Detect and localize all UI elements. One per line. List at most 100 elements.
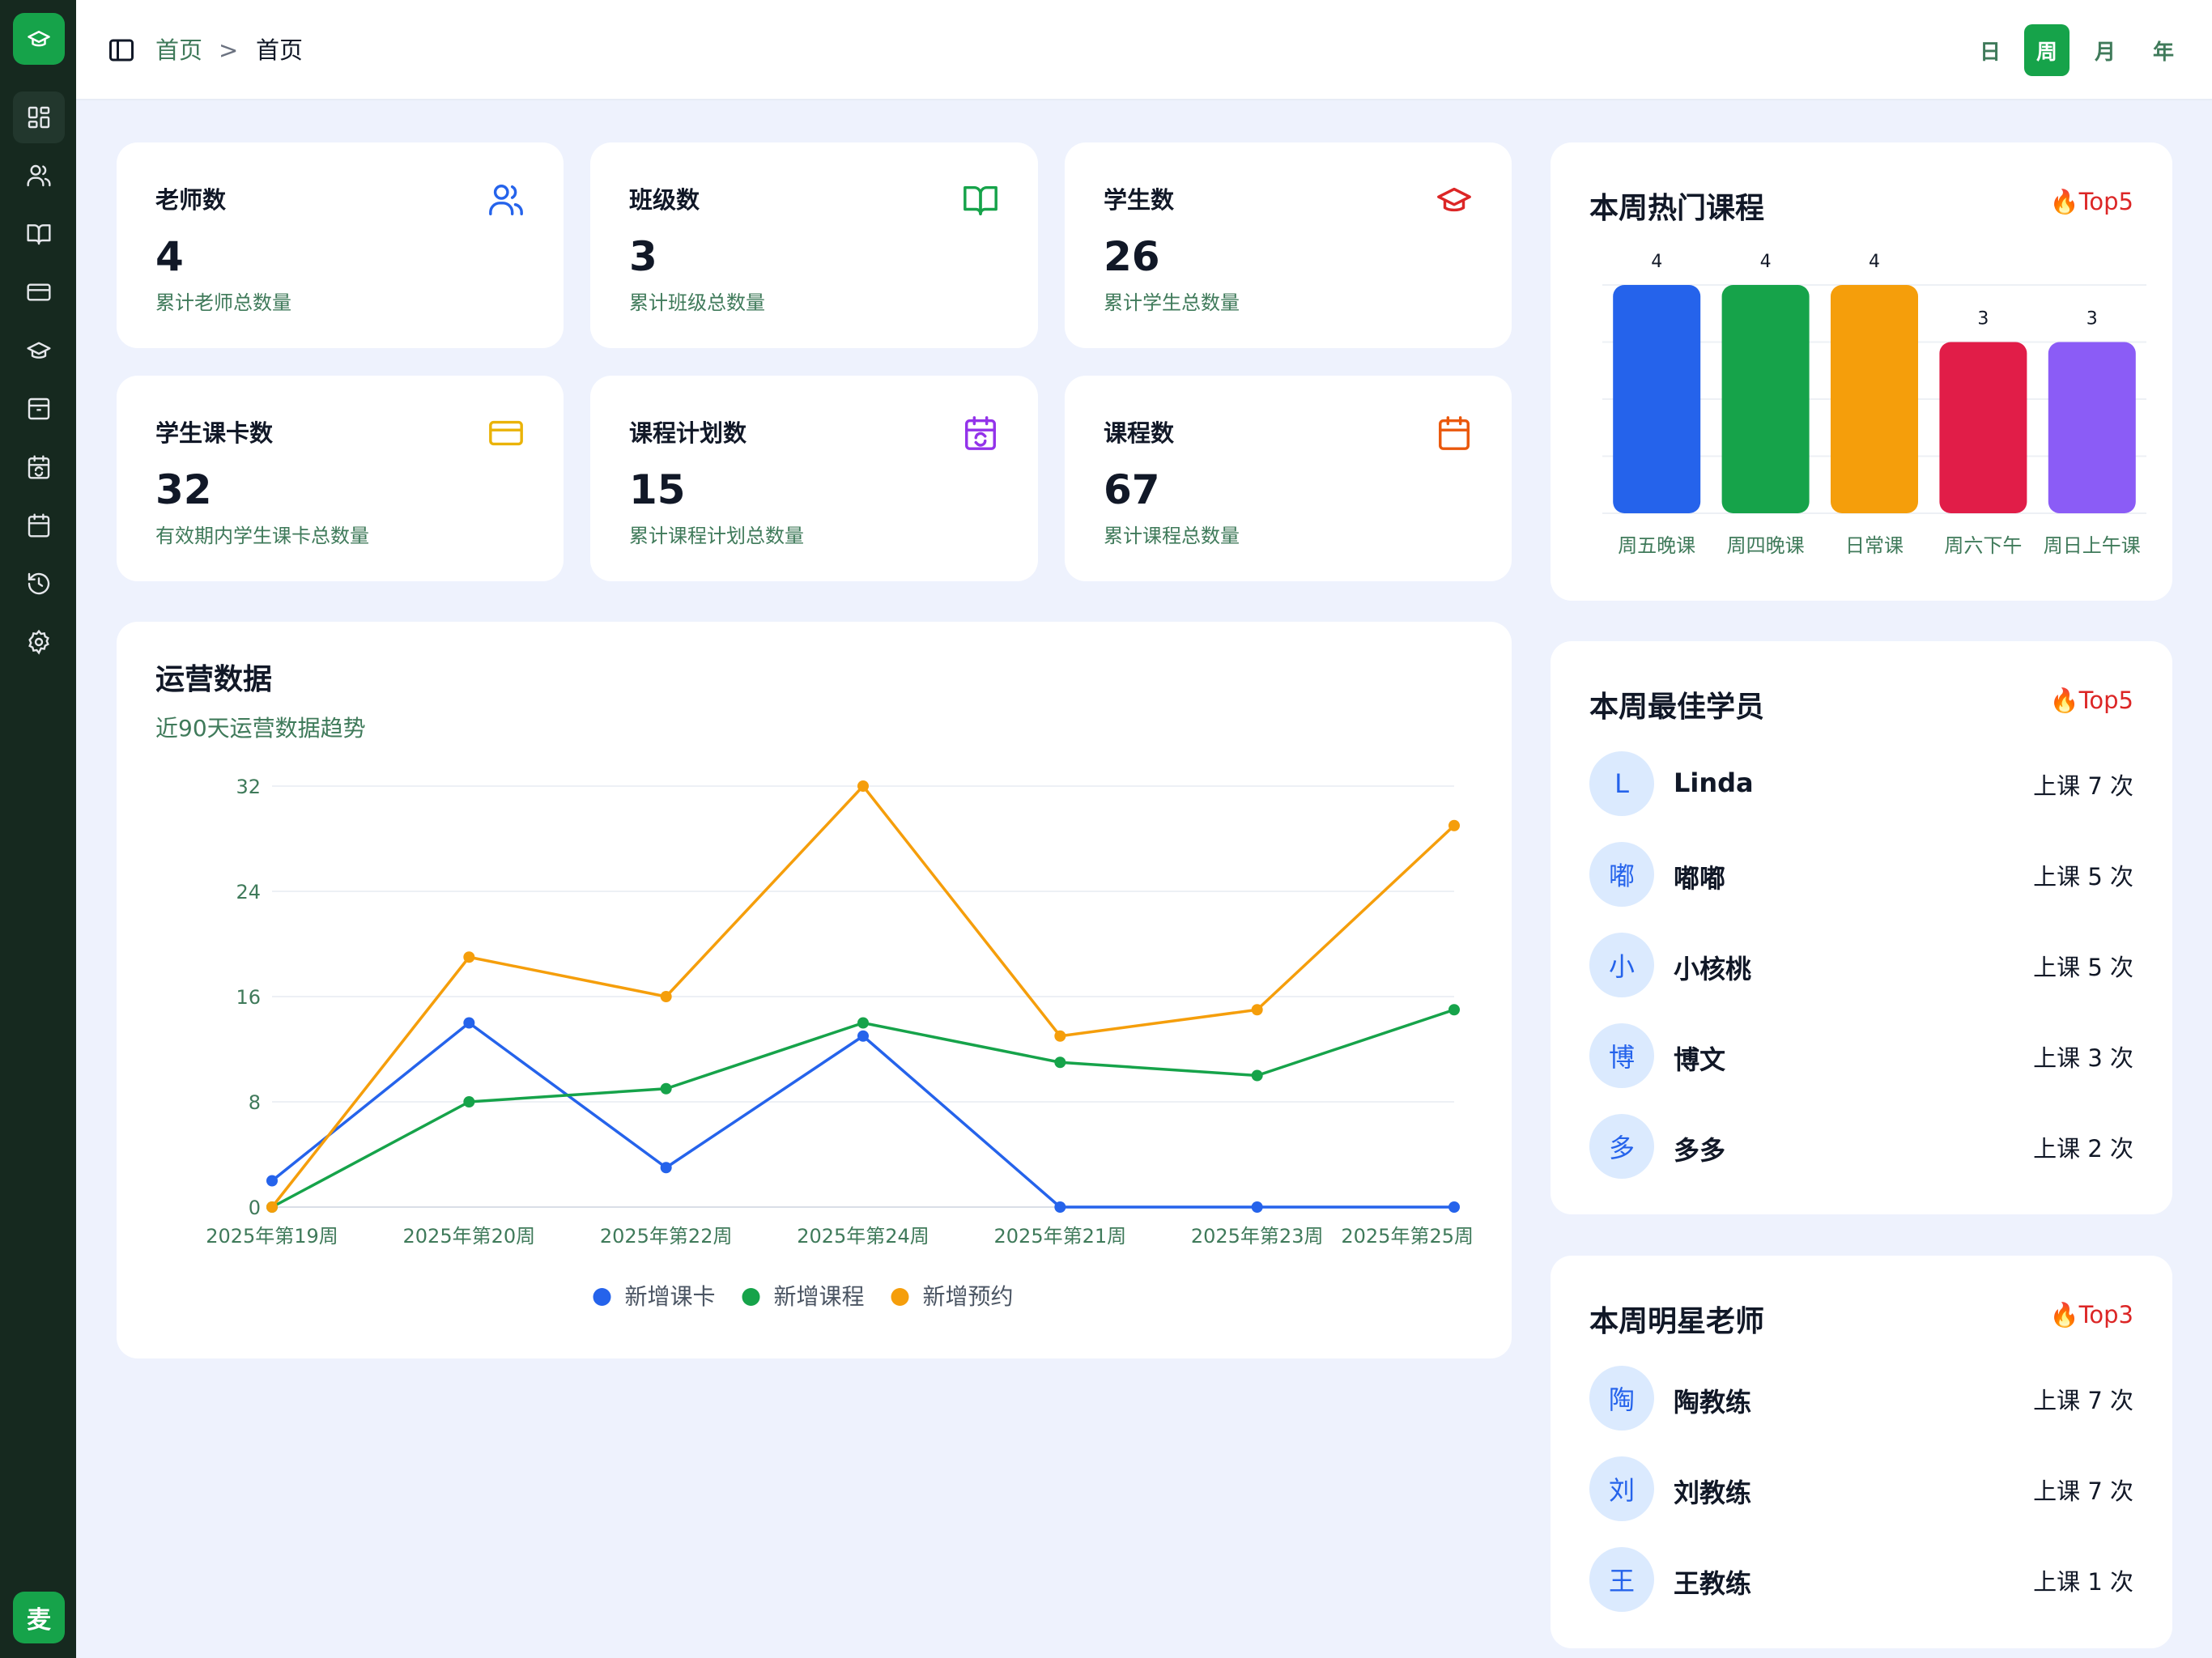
class-count: 上课 7 次 [2033, 772, 2133, 800]
student-name: 博文 [1674, 1044, 1726, 1075]
sidebar-item-calendar[interactable] [13, 500, 65, 551]
student-name: 嘟嘟 [1674, 863, 1726, 894]
student-row[interactable]: 多 多多 上课 2 次 [1589, 1114, 2133, 1179]
data-point [1448, 819, 1460, 831]
x-tick-label: 周六下午 [1944, 534, 2022, 557]
sidebar-item-dashboard[interactable] [13, 91, 65, 143]
bar-value-label: 4 [1869, 252, 1880, 272]
x-tick-label: 周五晚课 [1618, 534, 1695, 557]
avatar: 多 [1589, 1114, 1654, 1179]
sidebar-item-classes[interactable] [13, 208, 65, 260]
sidebar: 麦 [0, 0, 76, 1658]
hot-courses-bar-chart: 4 周五晚课 4 周四晚课 4 日常课 3 周六下午 3 周日上午课 [1602, 252, 2146, 557]
calendar-icon [28, 513, 50, 538]
graduation-cap-icon [28, 31, 50, 47]
stat-value: 15 [629, 466, 686, 513]
sidebar-item-archive[interactable] [13, 383, 65, 435]
teacher-row[interactable]: 刘 刘教练 上课 7 次 [1589, 1456, 2133, 1521]
stat-card-courses: 课程数 67 累计课程总数量 [1065, 376, 1512, 581]
app-logo[interactable] [13, 13, 65, 65]
data-point [1054, 1201, 1066, 1213]
teacher-row[interactable]: 陶 陶教练 上课 7 次 [1589, 1366, 2133, 1431]
graduation-cap-icon [27, 342, 51, 359]
student-row[interactable]: 小 小核桃 上课 5 次 [1589, 933, 2133, 997]
breadcrumb-root[interactable]: 首页 [155, 34, 202, 66]
user-avatar[interactable]: 麦 [13, 1592, 65, 1643]
teacher-row[interactable]: 王 王教练 上课 1 次 [1589, 1547, 2133, 1612]
stat-value: 67 [1104, 466, 1160, 513]
student-row[interactable]: 嘟 嘟嘟 上课 5 次 [1589, 842, 2133, 907]
x-tick-label: 2025年第24周 [797, 1225, 929, 1248]
sidebar-item-cards[interactable] [13, 266, 65, 318]
data-point [463, 1017, 475, 1029]
period-week-button[interactable]: 周 [2024, 24, 2069, 76]
avatar: 嘟 [1589, 842, 1654, 907]
period-month-button[interactable]: 月 [2082, 24, 2128, 76]
class-count: 上课 7 次 [2033, 1387, 2133, 1414]
star-teachers-badge: 🔥Top3 [2049, 1301, 2134, 1329]
stat-value: 4 [155, 233, 184, 280]
data-point [857, 780, 869, 792]
y-tick-label: 16 [236, 986, 261, 1009]
class-count: 上课 5 次 [2033, 863, 2133, 891]
stat-description: 累计课程计划总数量 [629, 525, 804, 547]
sidebar-item-schedule[interactable] [13, 441, 65, 493]
stat-description: 累计学生总数量 [1104, 291, 1240, 314]
bar-value-label: 4 [1760, 252, 1772, 272]
legend-marker [742, 1288, 760, 1306]
users-icon [27, 164, 51, 187]
credit-card-icon [27, 283, 51, 301]
x-tick-label: 周日上午课 [2044, 534, 2141, 557]
sidebar-item-teachers[interactable] [13, 150, 65, 202]
data-point [463, 951, 475, 963]
stat-card-student-cards: 学生课卡数 32 有效期内学生课卡总数量 [117, 376, 564, 581]
data-point [660, 1082, 672, 1095]
period-year-button[interactable]: 年 [2141, 24, 2186, 76]
class-count: 上课 5 次 [2033, 954, 2133, 981]
period-day-button[interactable]: 日 [1967, 24, 2013, 76]
data-point [1054, 1030, 1066, 1042]
hot-courses-card: 本周热门课程 🔥Top5 4 周五晚课 4 周四晚课 4 日常课 3 周六下午 3 周日上午课 [1551, 142, 2172, 601]
avatar: 陶 [1589, 1366, 1654, 1431]
student-name: Linda [1674, 767, 1754, 798]
y-tick-label: 0 [249, 1197, 261, 1219]
bar [1721, 285, 1810, 513]
stat-value: 3 [629, 233, 657, 280]
sidebar-item-history[interactable] [13, 558, 65, 610]
data-point [1054, 1056, 1066, 1069]
bar [1613, 285, 1701, 513]
data-point [857, 1030, 869, 1042]
student-row[interactable]: L Linda 上课 7 次 [1589, 751, 2133, 816]
avatar: 王 [1589, 1547, 1654, 1612]
calendar-sync-icon [965, 416, 996, 450]
legend-marker [593, 1288, 611, 1306]
series-line [270, 1021, 1454, 1209]
calendar-icon [1439, 416, 1470, 450]
breadcrumb-current: 首页 [256, 36, 304, 64]
stat-description: 累计老师总数量 [155, 291, 291, 314]
student-name: 多多 [1674, 1135, 1726, 1166]
data-point [1251, 1069, 1263, 1082]
legend-marker [891, 1288, 909, 1306]
teacher-name: 陶教练 [1674, 1387, 1752, 1418]
student-row[interactable]: 博 博文 上课 3 次 [1589, 1023, 2133, 1088]
x-tick-label: 2025年第19周 [206, 1225, 338, 1248]
stat-title: 课程计划数 [629, 419, 747, 447]
stat-title: 学生课卡数 [155, 419, 274, 447]
stat-title: 学生数 [1104, 186, 1175, 214]
stat-value: 26 [1104, 233, 1160, 280]
bar-value-label: 3 [2087, 309, 2098, 329]
history-icon [28, 572, 50, 595]
stat-description: 累计班级总数量 [629, 291, 765, 314]
sidebar-toggle-icon[interactable] [107, 36, 136, 65]
sidebar-item-settings[interactable] [13, 616, 65, 668]
archive-icon [28, 397, 50, 420]
best-students-badge: 🔥Top5 [2049, 687, 2134, 714]
data-point [266, 1175, 278, 1187]
stat-card-teachers: 老师数 4 累计老师总数量 [117, 142, 564, 348]
legend-label: 新增课程 [774, 1283, 865, 1310]
teacher-name: 刘教练 [1674, 1477, 1752, 1508]
sidebar-item-students[interactable] [13, 325, 65, 376]
avatar: L [1589, 751, 1654, 816]
class-count: 上课 2 次 [2033, 1135, 2133, 1163]
